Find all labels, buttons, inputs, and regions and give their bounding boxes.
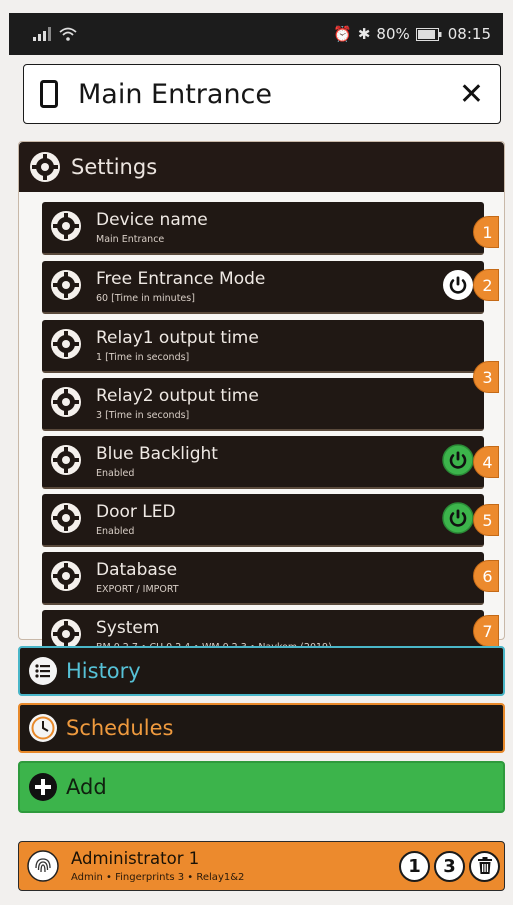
settings-item[interactable]: Blue Backlight Enabled xyxy=(42,436,484,489)
number-badge: 6 xyxy=(473,560,499,592)
number-badge: 5 xyxy=(473,504,499,536)
alarm-icon: ⏰ xyxy=(333,25,352,43)
settings-item-value: Enabled xyxy=(96,526,135,537)
settings-item[interactable]: Relay2 output time 3 [Time in seconds] xyxy=(42,378,484,431)
gear-icon xyxy=(50,386,82,422)
add-label: Add xyxy=(66,775,107,799)
settings-item-value: 1 [Time in seconds] xyxy=(96,352,190,363)
gear-icon xyxy=(30,152,60,182)
phone-icon xyxy=(40,80,58,108)
fingerprint-count-button[interactable]: 3 xyxy=(434,850,465,882)
user-row[interactable]: Administrator 1 Admin • Fingerprints 3 •… xyxy=(18,841,505,891)
add-section[interactable]: Add xyxy=(18,761,505,813)
settings-item-name: Relay1 output time xyxy=(96,328,259,348)
settings-item-name: Database xyxy=(96,560,178,580)
power-toggle-icon[interactable] xyxy=(442,501,474,538)
status-bar: ⏰ ✱ 80% 08:15 xyxy=(9,13,503,55)
trash-icon xyxy=(477,857,492,874)
number-badge: 3 xyxy=(473,361,499,393)
settings-item-value: 3 [Time in seconds] xyxy=(96,410,190,421)
settings-item-name: Door LED xyxy=(96,502,176,522)
settings-title: Settings xyxy=(71,155,158,179)
settings-item[interactable]: Relay1 output time 1 [Time in seconds] xyxy=(42,320,484,373)
settings-item-value: Enabled xyxy=(96,468,135,479)
battery-icon xyxy=(415,27,442,41)
settings-item-value: 60 [Time in minutes] xyxy=(96,293,195,304)
user-details: Admin • Fingerprints 3 • Relay1&2 xyxy=(71,871,245,883)
number-badge: 1 xyxy=(473,216,499,248)
settings-item-value: Main Entrance xyxy=(96,234,165,245)
number-badge: 2 xyxy=(473,269,499,301)
schedules-label: Schedules xyxy=(66,716,174,740)
settings-item-name: Free Entrance Mode xyxy=(96,269,266,289)
settings-item[interactable]: Free Entrance Mode 60 [Time in minutes] xyxy=(42,261,484,314)
device-header: Main Entrance ✕ xyxy=(23,64,501,124)
gear-icon xyxy=(50,560,82,596)
settings-item[interactable]: Door LED Enabled xyxy=(42,494,484,547)
relay1-button[interactable]: 1 xyxy=(399,850,430,882)
number-badge: 4 xyxy=(473,446,499,478)
settings-item-name: Relay2 output time xyxy=(96,386,259,406)
device-title: Main Entrance xyxy=(78,78,273,110)
gear-icon xyxy=(50,269,82,305)
clock-time: 08:15 xyxy=(447,25,491,43)
settings-item-name: Blue Backlight xyxy=(96,444,218,464)
gear-icon xyxy=(50,210,82,246)
settings-item-name: System xyxy=(96,618,160,638)
history-label: History xyxy=(66,659,141,683)
schedules-section[interactable]: Schedules xyxy=(18,703,505,753)
delete-button[interactable] xyxy=(469,850,500,882)
history-section[interactable]: History xyxy=(18,646,505,696)
gear-icon xyxy=(50,502,82,538)
power-toggle-icon[interactable] xyxy=(442,443,474,480)
wifi-icon xyxy=(59,27,77,41)
number-badge: 7 xyxy=(473,615,499,647)
battery-percent: 80% xyxy=(376,25,410,43)
settings-item[interactable]: Database EXPORT / IMPORT xyxy=(42,552,484,605)
clock-icon xyxy=(29,714,57,742)
settings-item-value: EXPORT / IMPORT xyxy=(96,584,179,595)
settings-item[interactable]: Device name Main Entrance xyxy=(42,202,484,255)
signal-icon xyxy=(33,27,51,41)
fingerprint-icon xyxy=(27,850,59,882)
user-name: Administrator 1 xyxy=(71,848,200,868)
settings-header[interactable]: Settings xyxy=(19,142,504,192)
bluetooth-icon: ✱ xyxy=(357,25,371,43)
gear-icon xyxy=(50,328,82,364)
plus-icon xyxy=(29,773,57,801)
settings-item-name: Device name xyxy=(96,210,208,230)
list-icon xyxy=(29,657,57,685)
close-button[interactable]: ✕ xyxy=(459,77,484,112)
gear-icon xyxy=(50,444,82,480)
power-toggle-icon[interactable] xyxy=(442,269,474,305)
